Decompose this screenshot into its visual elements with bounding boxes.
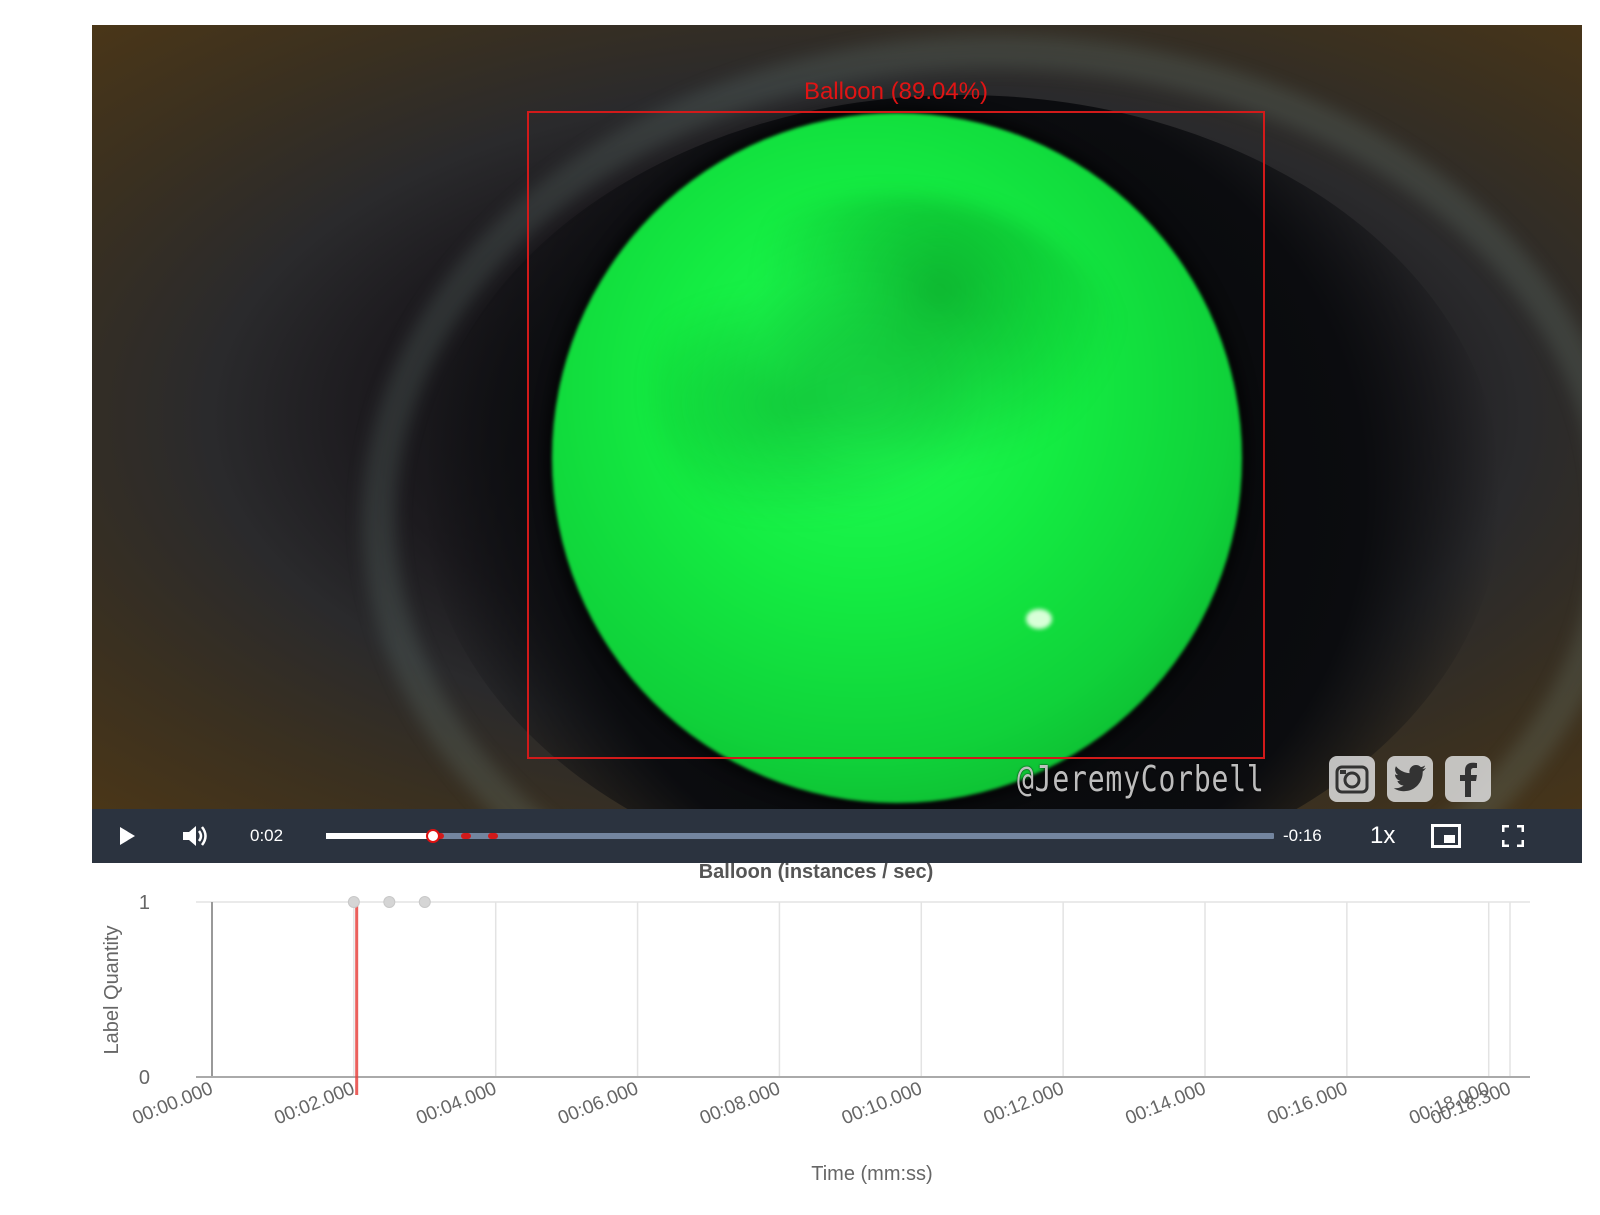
volume-button[interactable] [180,822,210,850]
chart-y-ticks: 01 [139,892,150,1089]
detection-marker[interactable] [460,833,471,839]
progress-handle[interactable] [426,829,441,843]
play-icon [120,827,135,845]
x-tick-label: 00:06.000 [555,1078,641,1129]
video-player[interactable]: Balloon (89.04%) @JeremyCorbell 0:02 -0:… [92,25,1582,863]
facebook-icon [1445,756,1491,802]
control-bar: 0:02 -0:16 1x [92,809,1582,863]
y-tick-label: 0 [139,1067,150,1089]
picture-in-picture-icon [1431,824,1461,848]
video-frame[interactable]: Balloon (89.04%) @JeremyCorbell [92,25,1582,809]
x-tick-label: 00:02.000 [271,1078,357,1129]
detection-marker[interactable] [488,833,499,839]
detection-bounding-box: Balloon (89.04%) [527,78,1265,759]
chart-x-ticks: 00:00.000 00:02.000 00:04.000 00:06.000 00:0… [130,1078,1514,1129]
current-time: 0:02 [250,826,284,845]
progress-bar[interactable] [326,829,1274,843]
instagram-icon [1329,756,1375,802]
x-tick-label: 00:08.000 [697,1078,783,1129]
data-point-marker [418,896,431,908]
picture-in-picture-button[interactable] [1430,823,1462,849]
data-point-marker [383,896,396,908]
volume-icon [183,826,207,846]
x-tick-label: 00:14.000 [1123,1078,1209,1129]
chart-y-axis-label: Label Quantity [101,926,123,1055]
x-tick-label: 00:12.000 [981,1078,1067,1129]
data-point-marker [347,896,360,908]
detection-label: Balloon (89.04%) [803,78,989,105]
chart-title: Balloon (instances / sec) [699,861,934,883]
y-tick-label: 1 [139,892,150,914]
remaining-time: -0:16 [1283,826,1322,845]
twitter-icon [1387,756,1433,802]
chart-x-axis-label: Time (mm:ss) [811,1163,932,1185]
progress-fill [326,833,434,839]
chart-svg: Balloon (instances / sec) Label Quantity… [101,861,1530,1185]
x-tick-label: 00:10.000 [839,1078,925,1129]
chart-grid [196,901,1530,1077]
fullscreen-button[interactable] [1500,823,1526,849]
fullscreen-icon [1502,825,1524,847]
x-tick-label: 00:04.000 [413,1078,499,1129]
watermark: @JeremyCorbell [1017,755,1491,803]
x-tick-label: 00:16.000 [1264,1078,1350,1129]
playback-rate-button[interactable]: 1x [1370,822,1395,850]
watermark-text: @JeremyCorbell [1017,758,1265,800]
chart-axes [196,902,1530,1078]
play-button[interactable] [114,823,140,849]
balloon-chart: Balloon (instances / sec) Label Quantity… [92,860,1582,1210]
